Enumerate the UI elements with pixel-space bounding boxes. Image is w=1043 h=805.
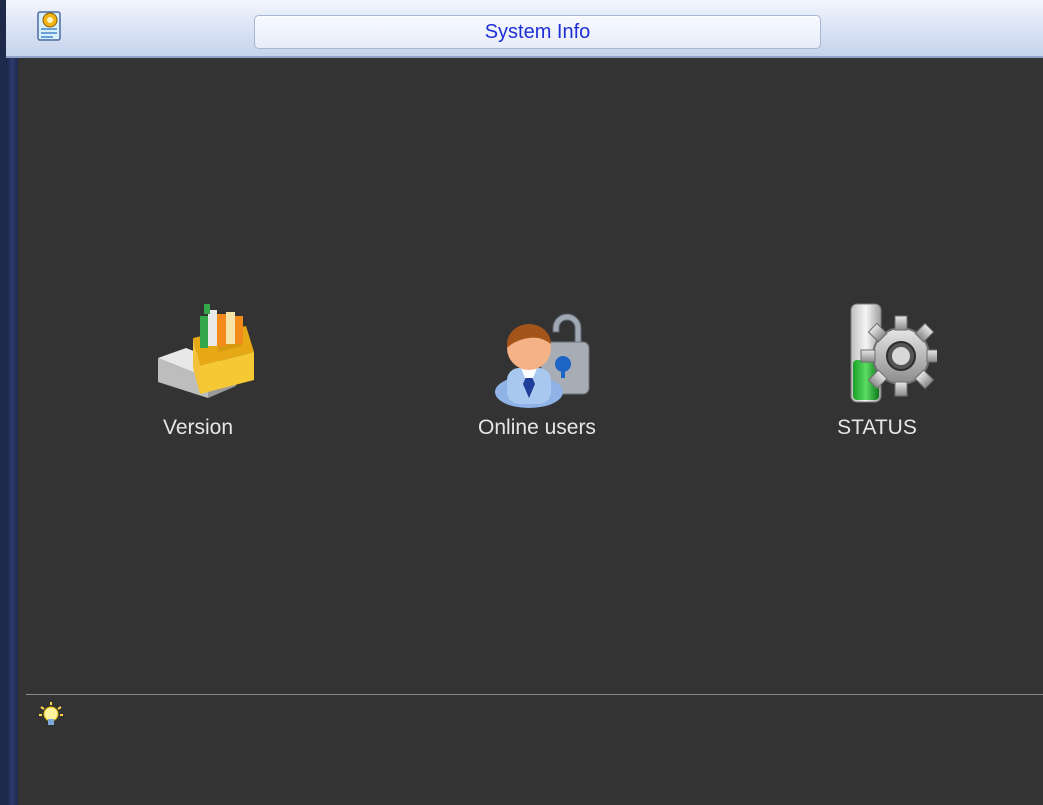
menu-item-online-users[interactable]: Online users [447,298,627,448]
online-users-lock-icon [477,298,597,408]
menu-item-status[interactable]: STATUS [787,298,967,448]
system-info-window: System Info Version Online users STATUS [0,0,1043,805]
status-label: STATUS [837,416,917,439]
version-label: Version [162,416,234,439]
menu-item-version[interactable]: Version [108,298,288,448]
window-title: System Info [254,15,821,49]
title-bar: System Info [6,0,1043,58]
online-users-label: Online users [478,416,596,439]
settings-document-icon[interactable] [36,10,64,44]
status-gear-icon [817,298,942,408]
hint-area [18,695,1043,805]
lightbulb-icon [38,701,64,727]
left-border [6,58,18,805]
version-folder-icon [138,298,258,408]
